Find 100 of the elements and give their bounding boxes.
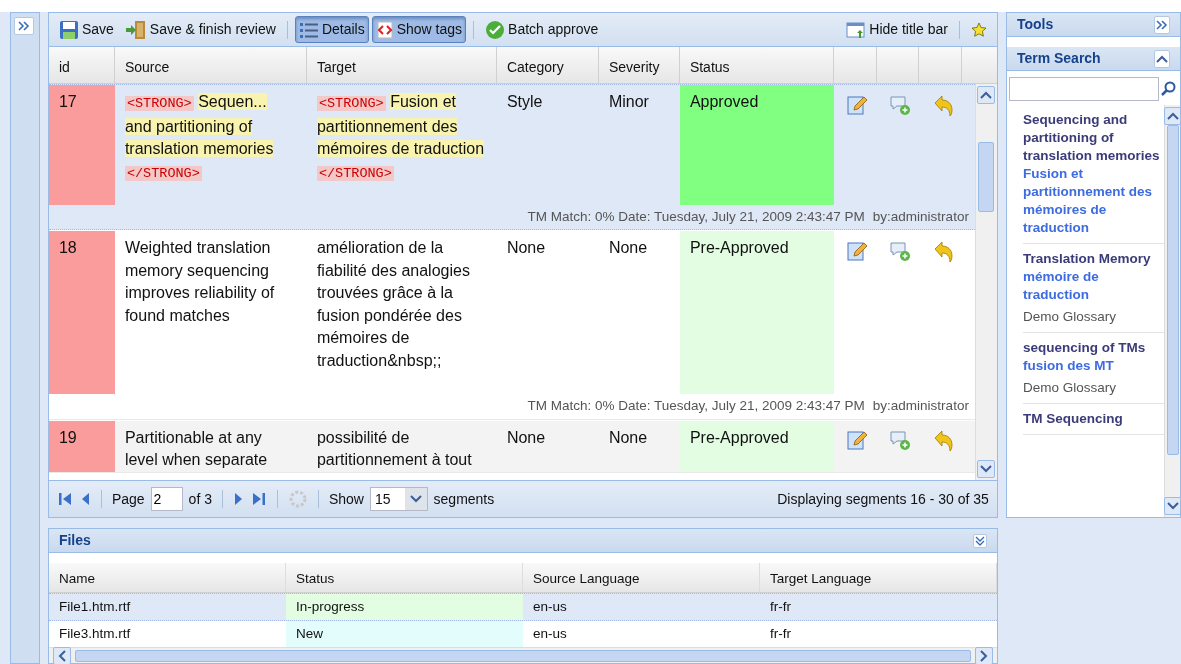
up-caret-icon (980, 91, 993, 99)
term-text: TM Sequencing (1022, 410, 1124, 428)
column-header[interactable]: Status (285, 563, 523, 592)
expand-button[interactable] (14, 17, 34, 35)
expand-icon (1156, 19, 1168, 30)
category-cell-text: Style (505, 92, 544, 112)
pencil-note-icon[interactable] (845, 240, 868, 262)
grid-row[interactable]: 17 <STRONG> Sequen... and partitioning of translation memories </STRONG> <STRONG> Fusion et partitionnement des mémoires de traduction </STRONG> Style Minor Approved (48, 85, 975, 205)
scroll-down-button[interactable] (977, 460, 996, 478)
table-cell-text: en-us (531, 598, 568, 616)
show-label: Show (328, 489, 364, 509)
source-cell-text: Partitionable at any level when separate (123, 427, 269, 470)
term-text: Sequencing and partitioning of translation memories (1022, 111, 1161, 165)
table-cell-text: File1.htm.rtf (57, 598, 132, 616)
category-cell-text: None (505, 427, 547, 448)
down-caret-icon (1166, 502, 1179, 510)
toolbar-button[interactable]: Save & finish review (120, 16, 280, 43)
search-icon[interactable] (1160, 81, 1177, 97)
comment-add-icon[interactable] (888, 429, 911, 452)
glossary-name: Demo Glossary (1022, 379, 1117, 397)
collapse-icon (974, 535, 985, 546)
column-header[interactable]: Name (48, 563, 286, 592)
column-header[interactable]: Source (114, 47, 307, 83)
scroll-right-button[interactable] (974, 646, 993, 664)
table-cell-text: fr-fr (768, 625, 792, 643)
scroll-left-button[interactable] (52, 646, 71, 664)
page-label: Page (111, 489, 145, 509)
down-caret-icon (409, 495, 422, 503)
comment-add-icon[interactable] (888, 240, 911, 262)
severity-cell-text: None (607, 427, 649, 448)
term-text: Translation Memory (1022, 250, 1152, 268)
door-exit-icon (124, 19, 147, 40)
status-cell: In-progress (285, 594, 523, 620)
toggle-button[interactable]: Details (294, 16, 369, 43)
scroll-up-button[interactable] (977, 86, 996, 104)
column-header[interactable]: Status (679, 47, 834, 83)
up-caret-icon (1156, 54, 1168, 63)
up-caret-icon (1166, 112, 1179, 120)
toggle-button[interactable]: Show tags (371, 16, 467, 43)
unit-label: segments (433, 489, 495, 509)
file-row[interactable]: File3.htm.rtf New en-us fr-fr (48, 621, 997, 647)
translation-text: Fusion et partitionnement des mémoires de traduction (1022, 165, 1153, 237)
expand-icon (18, 21, 30, 31)
translation-text: fusion des MT (1022, 357, 1115, 375)
panel-title: Files (58, 531, 91, 550)
left-caret-icon (57, 649, 66, 662)
status-cell: Pre-Approved (679, 231, 834, 395)
first-page-icon[interactable] (56, 491, 73, 507)
column-header[interactable]: Category (496, 47, 599, 83)
status-cell: Approved (679, 85, 834, 205)
toolbar-button[interactable]: Save (54, 16, 118, 43)
column-header[interactable]: Target (306, 47, 497, 83)
id-cell: 19 (48, 420, 115, 472)
list-window-icon (298, 20, 319, 39)
panel-title: Tools (1016, 15, 1054, 34)
expand-button[interactable] (1154, 15, 1170, 34)
comment-add-icon[interactable] (888, 93, 911, 116)
status-cell: Pre-Approved (679, 420, 834, 472)
right-caret-icon (979, 649, 988, 662)
column-header[interactable]: id (48, 47, 115, 83)
table-cell-text: fr-fr (768, 598, 792, 616)
check-circle-icon (485, 19, 506, 40)
column-header[interactable]: Source Language (522, 563, 760, 592)
scroll-up-button[interactable] (1163, 107, 1180, 125)
author-label: by:administrator (872, 397, 969, 416)
id-cell: 18 (48, 231, 115, 395)
grid-row[interactable]: 19 Partitionable at any level when separate possibilité de partitionnement à tout None None Pre-Approved (48, 420, 975, 472)
id-cell: 17 (48, 85, 115, 205)
target-cell-text: possibilité de partitionnement à tout (315, 427, 473, 470)
column-header[interactable]: Severity (598, 47, 680, 83)
source-cell-text: Weighted translation memory sequencing improves reliability of found matches (123, 238, 276, 326)
pencil-note-icon[interactable] (845, 93, 868, 116)
code-tag-icon (375, 20, 394, 39)
down-caret-icon (980, 465, 993, 473)
category-cell-text: None (505, 238, 547, 259)
target-cell-text: amélioration de la fiabilité des analogies trouvées grâce à la fusion pondérée des mémoires de traduction&nbsp;; (315, 238, 471, 371)
table-cell-text: File3.htm.rtf (57, 625, 132, 643)
term-text: sequencing of TMs (1022, 339, 1147, 357)
page-field[interactable]: 2 (150, 487, 183, 511)
source-cell-text: <STRONG> Sequen... and partitioning of translation memories </STRONG> (123, 92, 275, 183)
search-field[interactable] (1008, 77, 1159, 101)
author-label: by:administrator (872, 208, 969, 226)
target-cell-text: <STRONG> Fusion et partitionnement des mémoires de traduction </STRONG> (315, 92, 486, 183)
last-page-icon[interactable] (250, 491, 267, 507)
pencil-note-icon[interactable] (845, 429, 868, 452)
match-info: TM Match: 0% Date: Tuesday, July 21, 2009 2:43:47 PM (527, 397, 865, 416)
table-cell-text: en-us (531, 625, 568, 643)
translation-text: mémoire de traduction (1022, 268, 1100, 304)
match-info: TM Match: 0% Date: Tuesday, July 21, 2009 2:43:47 PM (527, 208, 865, 226)
toolbar-button[interactable]: Batch approve (481, 16, 603, 43)
page-count: of 3 (188, 489, 212, 509)
collapse-button[interactable] (972, 533, 987, 548)
panel-title: Term Search (1016, 49, 1101, 68)
toolbar-button[interactable]: Hide title bar (842, 16, 952, 43)
scroll-down-button[interactable] (1163, 497, 1180, 515)
page-size-dropdown[interactable]: 15 (370, 487, 428, 511)
glossary-name: Demo Glossary (1022, 308, 1117, 326)
collapse-button[interactable] (1154, 49, 1170, 68)
file-row[interactable]: File1.htm.rtf In-progress en-us fr-fr (48, 593, 997, 621)
column-header[interactable]: Target Language (759, 563, 997, 592)
